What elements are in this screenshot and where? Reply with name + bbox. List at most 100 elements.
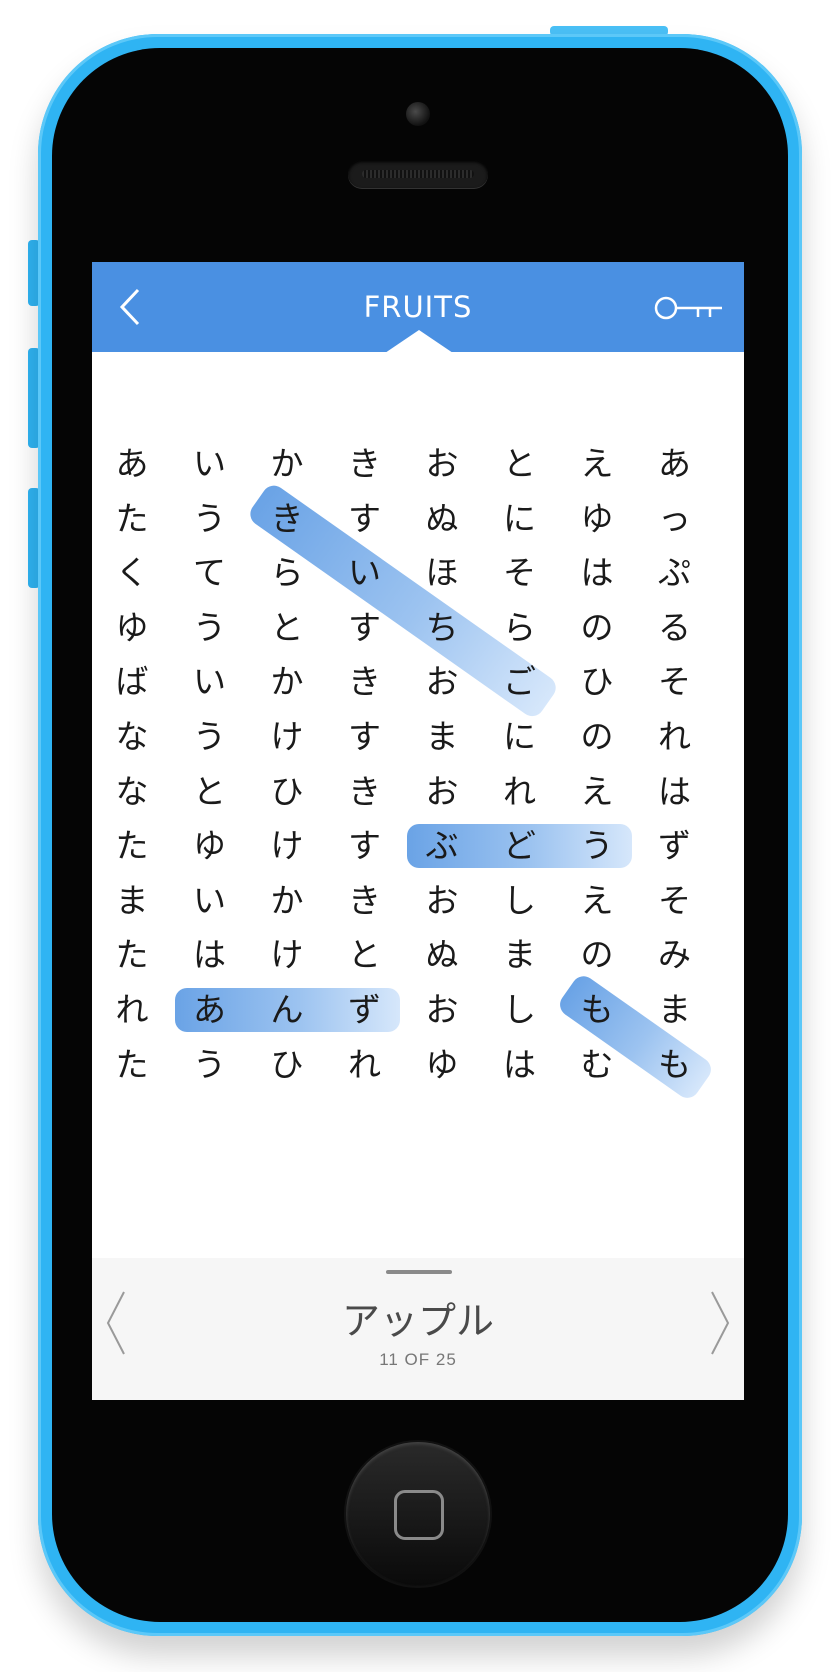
grid-cell[interactable]: い	[170, 876, 250, 926]
grid-cell[interactable]: は	[557, 548, 637, 598]
grid-cell[interactable]: き	[325, 876, 405, 926]
grid-cell[interactable]: れ	[92, 985, 172, 1035]
grid-cell[interactable]: し	[480, 985, 560, 1035]
grid-cell[interactable]: い	[170, 657, 250, 707]
grid-cell[interactable]: ゆ	[557, 494, 637, 544]
grid-cell[interactable]: れ	[635, 712, 715, 762]
grid-cell[interactable]: う	[557, 821, 637, 871]
grid-cell[interactable]: お	[402, 439, 482, 489]
word-search-grid[interactable]: あいかきおとえあたうきすぬにゆっくてらいほそはぷゆうとすちらのるばいかきおごひそ…	[92, 262, 744, 1162]
grid-cell[interactable]: れ	[480, 767, 560, 817]
grid-cell[interactable]: と	[170, 767, 250, 817]
grid-cell[interactable]: い	[170, 439, 250, 489]
grid-cell[interactable]: ぬ	[402, 930, 482, 980]
grid-cell[interactable]: も	[557, 985, 637, 1035]
grid-cell[interactable]: も	[635, 1040, 715, 1090]
grid-cell[interactable]: と	[325, 930, 405, 980]
grid-cell[interactable]: そ	[635, 657, 715, 707]
grid-cell[interactable]: ほ	[402, 548, 482, 598]
grid-cell[interactable]: ち	[402, 603, 482, 653]
grid-cell[interactable]: た	[92, 821, 172, 871]
grid-cell[interactable]: け	[247, 712, 327, 762]
grid-cell[interactable]: た	[92, 930, 172, 980]
front-camera	[406, 102, 430, 126]
grid-cell[interactable]: う	[170, 1040, 250, 1090]
grid-cell[interactable]: た	[92, 1040, 172, 1090]
grid-cell[interactable]: え	[557, 439, 637, 489]
grid-cell[interactable]: ゆ	[92, 603, 172, 653]
grid-cell[interactable]: ま	[402, 712, 482, 762]
grid-cell[interactable]: ひ	[557, 657, 637, 707]
grid-cell[interactable]: む	[557, 1040, 637, 1090]
grid-cell[interactable]: ま	[635, 985, 715, 1035]
next-word-button[interactable]	[706, 1288, 736, 1358]
grid-cell[interactable]: ご	[480, 657, 560, 707]
grid-cell[interactable]: あ	[170, 985, 250, 1035]
grid-cell[interactable]: な	[92, 712, 172, 762]
grid-cell[interactable]: に	[480, 494, 560, 544]
grid-cell[interactable]: は	[170, 930, 250, 980]
grid-cell[interactable]: す	[325, 494, 405, 544]
grid-cell[interactable]: ゆ	[402, 1040, 482, 1090]
grid-cell[interactable]: は	[635, 767, 715, 817]
grid-cell[interactable]: ら	[480, 603, 560, 653]
grid-cell[interactable]: ば	[92, 657, 172, 707]
grid-cell[interactable]: ゆ	[170, 821, 250, 871]
grid-cell[interactable]: か	[247, 876, 327, 926]
grid-cell[interactable]: け	[247, 930, 327, 980]
grid-cell[interactable]: ぬ	[402, 494, 482, 544]
grid-cell[interactable]: お	[402, 985, 482, 1035]
grid-cell[interactable]: う	[170, 712, 250, 762]
grid-cell[interactable]: お	[402, 876, 482, 926]
grid-cell[interactable]: に	[480, 712, 560, 762]
panel-handle[interactable]	[386, 1270, 452, 1274]
grid-cell[interactable]: く	[92, 548, 172, 598]
grid-cell[interactable]: の	[557, 712, 637, 762]
grid-cell[interactable]: か	[247, 439, 327, 489]
grid-cell[interactable]: ま	[92, 876, 172, 926]
grid-cell[interactable]: お	[402, 657, 482, 707]
grid-cell[interactable]: そ	[480, 548, 560, 598]
grid-cell[interactable]: の	[557, 930, 637, 980]
grid-cell[interactable]: え	[557, 767, 637, 817]
grid-cell[interactable]: ど	[480, 821, 560, 871]
grid-cell[interactable]: の	[557, 603, 637, 653]
grid-cell[interactable]: い	[325, 548, 405, 598]
grid-cell[interactable]: き	[247, 494, 327, 544]
grid-cell[interactable]: て	[170, 548, 250, 598]
grid-cell[interactable]: き	[325, 657, 405, 707]
grid-cell[interactable]: ぷ	[635, 548, 715, 598]
grid-cell[interactable]: か	[247, 657, 327, 707]
grid-cell[interactable]: す	[325, 712, 405, 762]
grid-cell[interactable]: ひ	[247, 767, 327, 817]
grid-cell[interactable]: と	[247, 603, 327, 653]
grid-cell[interactable]: す	[325, 821, 405, 871]
grid-cell[interactable]: あ	[635, 439, 715, 489]
grid-cell[interactable]: ぶ	[402, 821, 482, 871]
grid-cell[interactable]: ん	[247, 985, 327, 1035]
grid-cell[interactable]: っ	[635, 494, 715, 544]
grid-cell[interactable]: ず	[325, 985, 405, 1035]
grid-cell[interactable]: う	[170, 603, 250, 653]
grid-cell[interactable]: き	[325, 439, 405, 489]
grid-cell[interactable]: た	[92, 494, 172, 544]
grid-cell[interactable]: お	[402, 767, 482, 817]
grid-cell[interactable]: う	[170, 494, 250, 544]
grid-cell[interactable]: え	[557, 876, 637, 926]
grid-cell[interactable]: す	[325, 603, 405, 653]
grid-cell[interactable]: し	[480, 876, 560, 926]
grid-cell[interactable]: は	[480, 1040, 560, 1090]
grid-cell[interactable]: ま	[480, 930, 560, 980]
grid-cell[interactable]: そ	[635, 876, 715, 926]
grid-cell[interactable]: と	[480, 439, 560, 489]
grid-cell[interactable]: ら	[247, 548, 327, 598]
grid-cell[interactable]: み	[635, 930, 715, 980]
grid-cell[interactable]: る	[635, 603, 715, 653]
grid-cell[interactable]: ひ	[247, 1040, 327, 1090]
grid-cell[interactable]: き	[325, 767, 405, 817]
grid-cell[interactable]: ず	[635, 821, 715, 871]
grid-cell[interactable]: あ	[92, 439, 172, 489]
grid-cell[interactable]: れ	[325, 1040, 405, 1090]
grid-cell[interactable]: け	[247, 821, 327, 871]
grid-cell[interactable]: な	[92, 767, 172, 817]
